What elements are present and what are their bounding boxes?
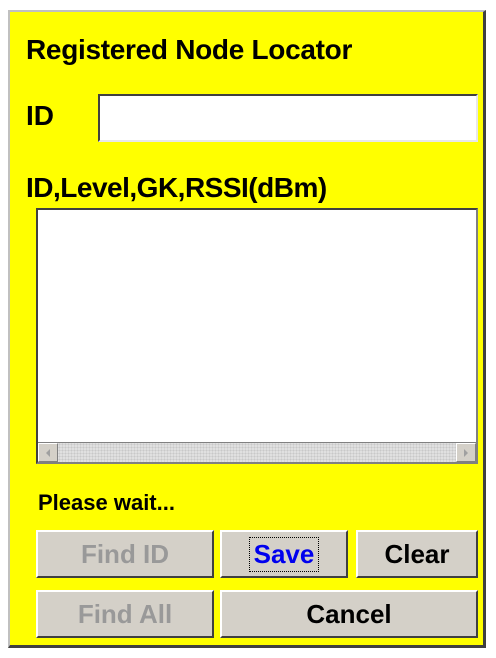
id-label: ID	[26, 100, 54, 131]
clear-button-label: Clear	[384, 538, 450, 569]
save-button-label: Save	[248, 536, 320, 572]
results-listbox[interactable]	[36, 208, 478, 464]
cancel-button-label: Cancel	[306, 598, 392, 629]
clear-button[interactable]: Clear	[356, 530, 478, 578]
save-button[interactable]: Save	[220, 530, 348, 578]
scroll-right-arrow-icon	[464, 448, 468, 457]
status-text: Please wait...	[38, 490, 175, 515]
scroll-left-button[interactable]	[38, 443, 58, 462]
scroll-track[interactable]	[58, 443, 456, 462]
node-locator-window: Registered Node Locator ID ID,Level,GK,R…	[8, 10, 486, 648]
find-id-button[interactable]: Find ID	[36, 530, 214, 578]
find-id-button-label: Find ID	[80, 538, 170, 569]
window-title: Registered Node Locator	[26, 34, 353, 65]
results-list-content[interactable]	[38, 210, 476, 442]
find-all-button-label: Find All	[77, 598, 173, 629]
scroll-right-button[interactable]	[456, 443, 476, 462]
cancel-button[interactable]: Cancel	[220, 590, 478, 638]
scroll-left-arrow-icon	[46, 448, 50, 457]
list-column-header: ID,Level,GK,RSSI(dBm)	[26, 172, 327, 203]
find-all-button[interactable]: Find All	[36, 590, 214, 638]
horizontal-scrollbar[interactable]	[38, 442, 476, 462]
id-input[interactable]	[98, 94, 478, 142]
